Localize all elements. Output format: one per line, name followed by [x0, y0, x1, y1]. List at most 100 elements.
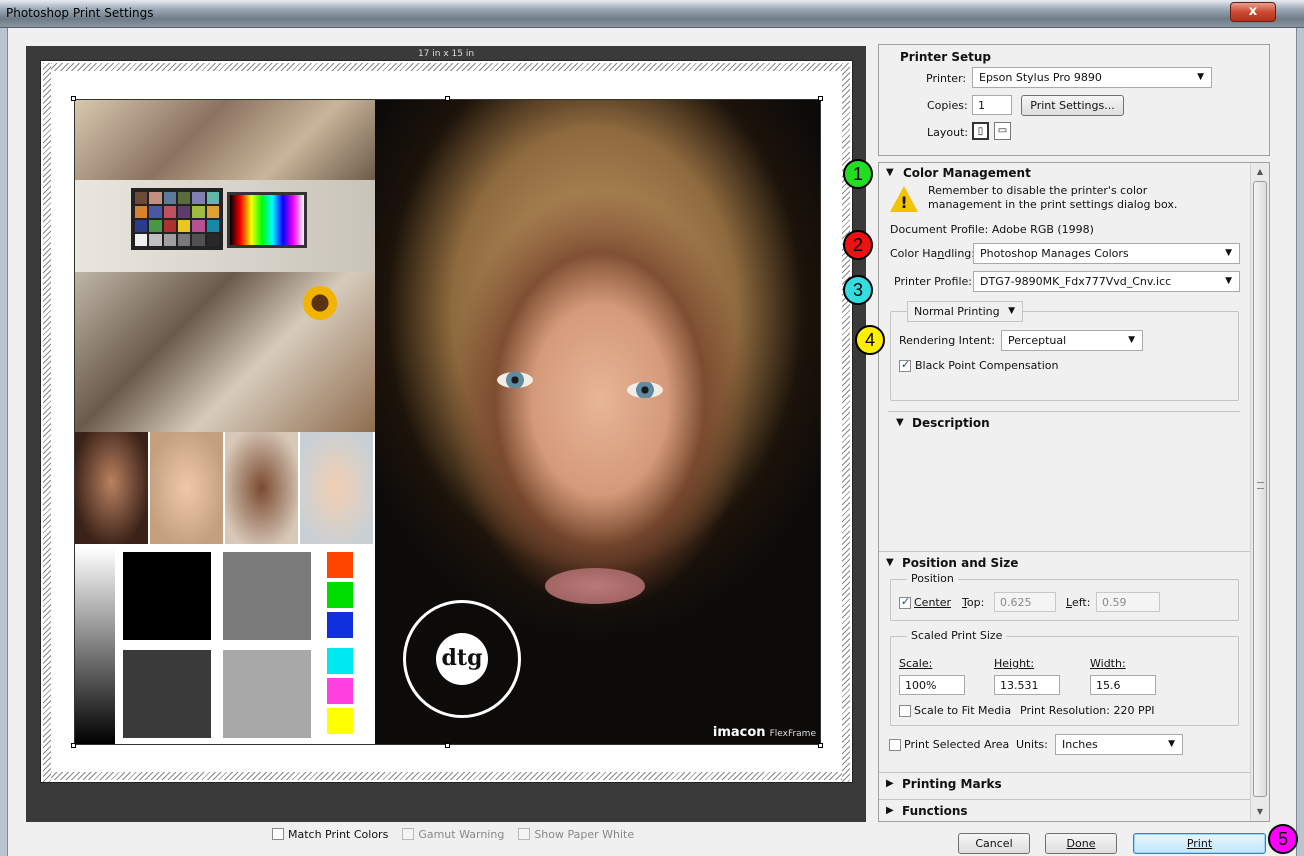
expand-triangle-icon[interactable]: ▶	[886, 805, 894, 816]
printing-marks-heading[interactable]: Printing Marks	[902, 777, 1002, 791]
annotation-badge-4: 4	[855, 325, 885, 355]
resize-handle-tl[interactable]	[71, 96, 76, 101]
scaled-size-group-title: Scaled Print Size	[907, 629, 1007, 642]
collapse-triangle-icon[interactable]: ▼	[886, 557, 894, 568]
bpc-checkbox[interactable]	[899, 358, 911, 372]
scroll-thumb[interactable]	[1253, 181, 1267, 797]
swatch-green	[327, 582, 353, 608]
done-button[interactable]: Done	[1045, 833, 1117, 854]
printer-profile-label: Printer Profile:	[894, 275, 972, 288]
color-handling-label-a: Color Ha	[890, 247, 938, 260]
dtg-logo-mark: dtg	[436, 633, 488, 685]
chevron-down-icon: ▼	[1225, 248, 1232, 258]
cancel-button[interactable]: Cancel	[958, 833, 1030, 854]
top-label: Top:	[962, 596, 985, 609]
divider	[888, 411, 1240, 412]
collapse-triangle-icon[interactable]: ▼	[886, 167, 894, 178]
gamut-warning-option: Gamut Warning	[402, 826, 504, 842]
window-title: Photoshop Print Settings	[6, 6, 154, 20]
warning-mark-icon: !	[900, 193, 908, 212]
color-handling-label-b: dling:	[944, 247, 975, 260]
scale-to-fit-checkbox[interactable]	[899, 704, 911, 717]
test-target-collage	[75, 100, 375, 744]
rendering-intent-select[interactable]: Perceptual ▼	[1001, 330, 1143, 351]
show-paper-white-option: Show Paper White	[518, 826, 634, 842]
printer-profile-value: DTG7-9890MK_Fdx777Vvd_Cnv.icc	[980, 275, 1172, 288]
collage-faces-row	[75, 432, 375, 544]
height-label: Height:	[994, 657, 1035, 670]
position-size-heading[interactable]: Position and Size	[902, 556, 1018, 570]
imacon-brand: imacon	[712, 725, 766, 740]
vertical-scrollbar[interactable]: ▲ ▼	[1250, 163, 1269, 821]
expand-triangle-icon[interactable]: ▶	[886, 778, 894, 789]
bpc-option[interactable]: Black Point Compensation	[899, 358, 1059, 372]
landscape-layout-icon[interactable]: ▭	[994, 122, 1011, 140]
units-value: Inches	[1062, 738, 1098, 751]
center-checkbox[interactable]	[899, 595, 911, 609]
window-frame-left	[0, 28, 8, 856]
scale-input[interactable]: 100%	[899, 675, 965, 695]
imacon-watermark: imacon FlexFrame	[713, 725, 816, 740]
print-settings-button[interactable]: Print Settings...	[1021, 95, 1124, 116]
units-select[interactable]: Inches ▼	[1055, 734, 1183, 755]
scale-to-fit-option[interactable]: Scale to Fit Media	[899, 704, 1011, 717]
close-button[interactable]: x	[1230, 2, 1276, 22]
chevron-down-icon: ▼	[1008, 306, 1015, 316]
resize-handle-bottom[interactable]	[445, 743, 450, 748]
window-frame-right	[1296, 28, 1304, 856]
collage-objects-row	[75, 100, 375, 180]
resize-handle-top[interactable]	[445, 96, 450, 101]
warning-text-line2: management in the print settings dialog …	[928, 198, 1178, 211]
print-selected-area-option[interactable]: Print Selected Area	[889, 738, 1009, 751]
tone-black	[123, 552, 211, 640]
resize-handle-bl[interactable]	[71, 743, 76, 748]
scroll-up-icon[interactable]: ▲	[1253, 165, 1267, 179]
print-selected-area-checkbox[interactable]	[889, 738, 901, 751]
top-input: 0.625	[994, 592, 1056, 612]
copies-input[interactable]: 1	[972, 95, 1012, 115]
print-image[interactable]: dtg imacon FlexFrame	[74, 99, 821, 745]
dtg-logo: dtg	[403, 600, 521, 718]
scroll-down-icon[interactable]: ▼	[1253, 805, 1267, 819]
width-input[interactable]: 15.6	[1090, 675, 1156, 695]
printer-profile-select[interactable]: DTG7-9890MK_Fdx777Vvd_Cnv.icc ▼	[973, 271, 1240, 292]
rendering-intent-label: Rendering Intent:	[899, 334, 995, 347]
portrait-layout-icon[interactable]: ▯	[972, 122, 989, 140]
margin-hatch-left	[43, 63, 51, 782]
functions-heading[interactable]: Functions	[902, 804, 968, 818]
swatch-cyan	[327, 648, 353, 674]
chevron-down-icon: ▼	[1197, 72, 1204, 82]
gamut-warning-label: Gamut Warning	[418, 827, 505, 841]
portrait-photo: dtg imacon FlexFrame	[375, 100, 820, 744]
resize-handle-br[interactable]	[818, 743, 823, 748]
margin-hatch-bottom	[45, 772, 850, 780]
description-heading[interactable]: Description	[912, 416, 990, 430]
chevron-down-icon: ▼	[1168, 739, 1175, 749]
print-selected-area-label: Print Selected Area	[904, 738, 1010, 751]
print-button[interactable]: Print	[1133, 833, 1266, 854]
center-label: Center	[914, 596, 952, 609]
resize-handle-tr[interactable]	[818, 96, 823, 101]
height-input[interactable]: 13.531	[994, 675, 1060, 695]
match-print-colors-option[interactable]: Match Print Colors	[272, 826, 388, 842]
printer-select-value: Epson Stylus Pro 9890	[979, 71, 1102, 84]
color-handling-select[interactable]: Photoshop Manages Colors ▼	[973, 243, 1240, 264]
printing-options-group	[890, 311, 1239, 401]
collapse-triangle-icon[interactable]: ▼	[896, 417, 904, 428]
divider	[879, 799, 1250, 800]
bpc-label: Black Point Compensation	[915, 359, 1059, 372]
swatch-red	[327, 552, 353, 578]
tone-light-gray	[223, 650, 311, 738]
center-option[interactable]: Center	[899, 595, 952, 609]
printing-mode-select[interactable]: Normal Printing ▼	[907, 301, 1023, 322]
printer-select[interactable]: Epson Stylus Pro 9890 ▼	[972, 67, 1212, 88]
left-input: 0.59	[1096, 592, 1160, 612]
tone-mid-gray	[223, 552, 311, 640]
swatch-magenta	[327, 678, 353, 704]
gray-ramp	[75, 548, 115, 744]
color-management-heading[interactable]: Color Management	[903, 166, 1031, 180]
preview-options: Match Print Colors Gamut Warning Show Pa…	[272, 826, 634, 842]
match-print-colors-checkbox[interactable]	[272, 828, 284, 840]
right-eye	[627, 382, 663, 398]
show-paper-white-label: Show Paper White	[534, 827, 635, 841]
